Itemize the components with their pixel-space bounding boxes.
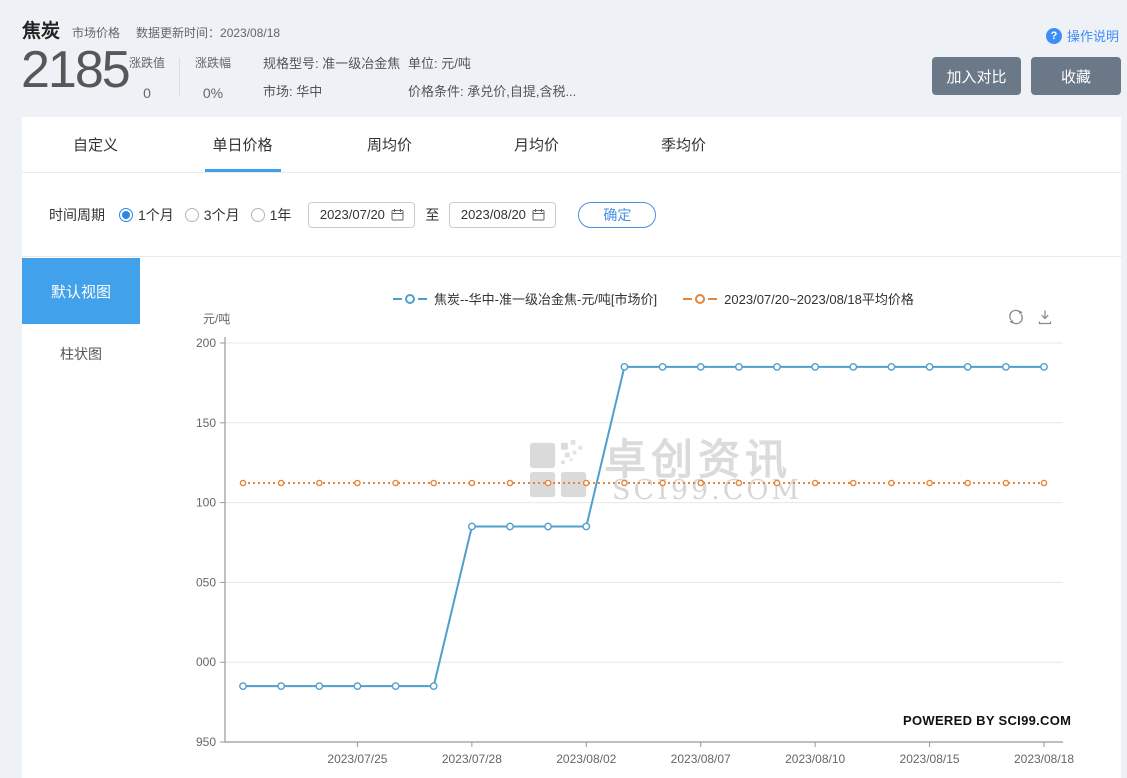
svg-text:2,000: 2,000 [195, 655, 216, 669]
svg-text:2,150: 2,150 [195, 416, 216, 430]
legend-line-icon [393, 298, 402, 300]
legend-line-icon [708, 298, 717, 300]
radio-dot-icon [185, 208, 199, 222]
spec-unit: 单位: 元/吨 [408, 50, 576, 78]
calendar-icon [532, 208, 545, 221]
refresh-icon[interactable] [1006, 307, 1026, 327]
change-value-block: 涨跌值 0 [124, 54, 170, 101]
tab-bar: 自定义 单日价格 周均价 月均价 季均价 [22, 117, 1121, 173]
change-pct-value: 0% [190, 85, 236, 101]
radio-3-months[interactable]: 3个月 [185, 205, 240, 225]
tab-custom[interactable]: 自定义 [22, 117, 169, 172]
radio-dot-icon [251, 208, 265, 222]
date-range-to-label: 至 [425, 205, 439, 225]
change-pct-label: 涨跌幅 [190, 54, 236, 71]
chart-toolbar [1006, 307, 1055, 327]
legend-item-average-series[interactable]: 2023/07/20~2023/08/18平均价格 [683, 289, 914, 308]
svg-text:2023/08/02: 2023/08/02 [556, 752, 616, 766]
tab-daily-price[interactable]: 单日价格 [169, 117, 316, 172]
spec-market: 市场: 华中 [263, 78, 400, 106]
favorite-button[interactable]: 收藏 [1031, 57, 1121, 95]
change-value: 0 [124, 85, 170, 101]
svg-text:2,050: 2,050 [195, 575, 216, 589]
price-line-chart: 1,950 2,000 2,050 2,100 2,150 2,200 2023/07/25… [195, 333, 1095, 778]
radio-1-month[interactable]: 1个月 [119, 205, 174, 225]
legend-line-icon [683, 298, 692, 300]
svg-text:2023/08/15: 2023/08/15 [900, 752, 960, 766]
change-value-label: 涨跌值 [124, 54, 170, 71]
view-bar-chart-button[interactable]: 柱状图 [22, 344, 140, 364]
data-update-time: 数据更新时间：2023/08/18 [136, 24, 280, 41]
price-category-label: 市场价格 [72, 24, 120, 41]
y-axis-unit-label: 元/吨 [203, 310, 230, 327]
radio-dot-icon [119, 208, 133, 222]
spec-condition: 价格条件: 承兑价,自提,含税... [408, 78, 576, 106]
svg-text:2023/08/07: 2023/08/07 [671, 752, 731, 766]
spec-model: 规格型号: 准一级冶金焦 [263, 50, 400, 78]
legend-circle-icon [695, 294, 705, 304]
svg-text:2023/08/18: 2023/08/18 [1014, 752, 1074, 766]
svg-text:1,950: 1,950 [195, 735, 216, 749]
svg-text:2023/08/10: 2023/08/10 [785, 752, 845, 766]
chart-legend: 焦炭--华中-准一级冶金焦-元/吨[市场价] 2023/07/20~2023/0… [393, 289, 914, 308]
download-icon[interactable] [1035, 307, 1055, 327]
calendar-icon [391, 208, 404, 221]
start-date-input[interactable]: 2023/07/20 [308, 202, 415, 228]
svg-text:2023/07/28: 2023/07/28 [442, 752, 502, 766]
view-default-button[interactable]: 默认视图 [22, 258, 140, 324]
question-mark-icon: ? [1046, 28, 1062, 44]
change-pct-block: 涨跌幅 0% [190, 54, 236, 101]
svg-text:2023/07/25: 2023/07/25 [327, 752, 387, 766]
tab-weekly-average[interactable]: 周均价 [316, 117, 463, 172]
powered-by-label: POWERED BY SCI99.COM [903, 713, 1071, 728]
legend-item-price-series[interactable]: 焦炭--华中-准一级冶金焦-元/吨[市场价] [393, 289, 657, 308]
legend-circle-icon [405, 294, 415, 304]
tab-quarterly-average[interactable]: 季均价 [610, 117, 757, 172]
current-price: 2185 [21, 44, 129, 96]
legend-line-icon [418, 298, 427, 300]
period-label: 时间周期 [49, 205, 105, 225]
confirm-button[interactable]: 确定 [578, 202, 656, 228]
add-compare-button[interactable]: 加入对比 [932, 57, 1021, 95]
svg-text:2,100: 2,100 [195, 496, 216, 510]
filter-bar: 时间周期 1个月 3个月 1年 2023/07/20 至 [22, 173, 1121, 257]
help-label: 操作说明 [1067, 26, 1119, 45]
svg-text:2,200: 2,200 [195, 336, 216, 350]
help-link[interactable]: ? 操作说明 [1046, 26, 1119, 45]
tab-monthly-average[interactable]: 月均价 [463, 117, 610, 172]
divider [179, 58, 180, 96]
page-title: 焦炭 [22, 16, 60, 43]
spec-column-1: 规格型号: 准一级冶金焦 市场: 华中 [263, 50, 400, 106]
radio-1-year[interactable]: 1年 [251, 205, 292, 225]
page: 焦炭 市场价格 数据更新时间：2023/08/18 ? 操作说明 2185 涨跌… [0, 0, 1127, 778]
end-date-input[interactable]: 2023/08/20 [449, 202, 556, 228]
spec-column-2: 单位: 元/吨 价格条件: 承兑价,自提,含税... [408, 50, 576, 106]
